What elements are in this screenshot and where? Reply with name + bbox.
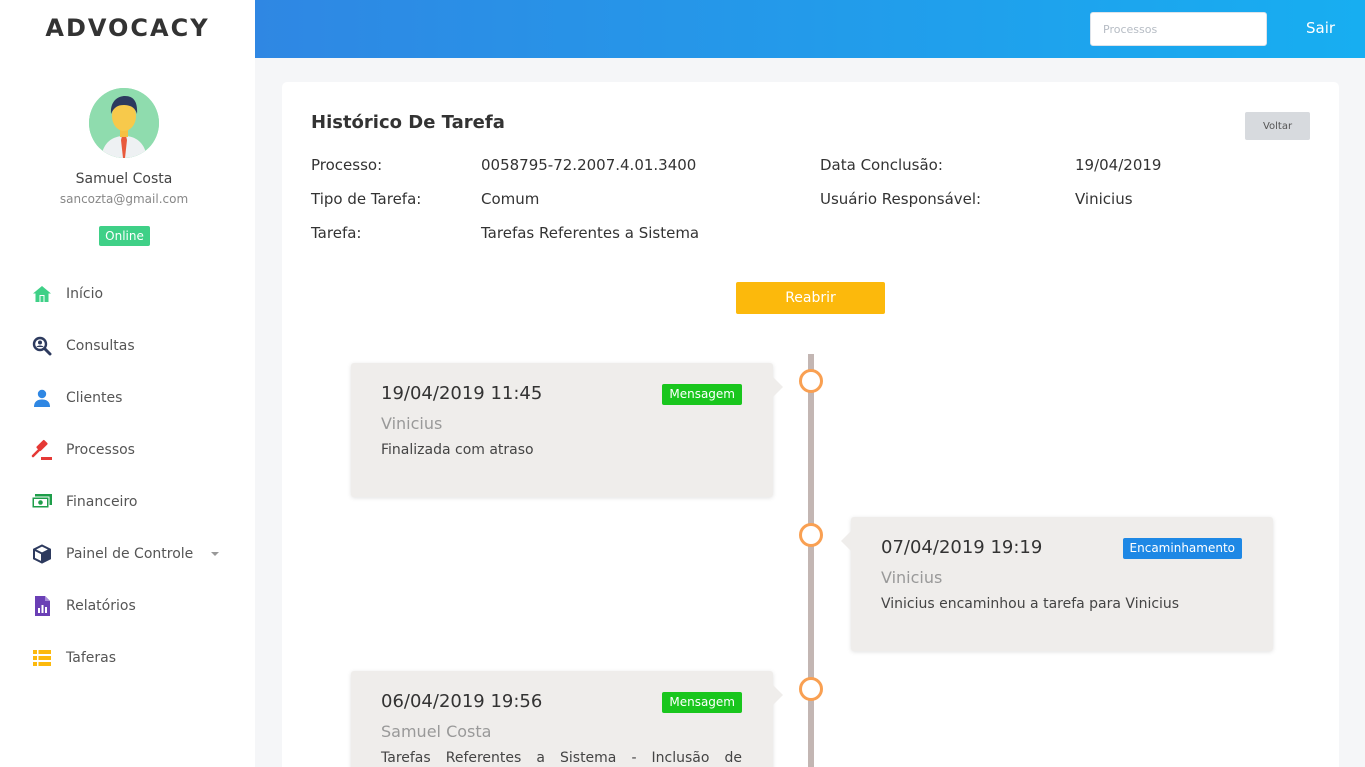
sidebar-item-label: Painel de Controle — [66, 546, 194, 562]
search-user-icon — [31, 335, 53, 357]
processo-label: Processo: — [311, 156, 383, 174]
person-icon — [31, 387, 53, 409]
chevron-down-icon[interactable] — [211, 552, 219, 556]
sidebar-nav: Início Consultas Clientes Processos Fina… — [0, 268, 255, 684]
entry-text: Finalizada com atraso — [381, 442, 534, 458]
entry-pointer — [773, 377, 783, 397]
gavel-icon — [31, 439, 53, 461]
home-icon — [31, 283, 53, 305]
tarefa-label: Tarefa: — [311, 224, 362, 242]
sidebar-item-label: Processos — [66, 442, 135, 458]
sidebar-item-label: Financeiro — [66, 494, 138, 510]
entry-author: Vinicius — [881, 568, 943, 587]
processo-value: 0058795-72.2007.4.01.3400 — [481, 156, 697, 174]
sidebar-item-label: Clientes — [66, 390, 123, 406]
sidebar-item-financeiro[interactable]: Financeiro — [0, 476, 255, 528]
entry-author: Samuel Costa — [381, 722, 492, 741]
entry-date: 07/04/2019 19:19 — [881, 537, 1043, 558]
tipo-tarefa-label: Tipo de Tarefa: — [311, 190, 422, 208]
user-email: sancozta@gmail.com — [59, 192, 189, 206]
entry-pointer — [773, 685, 783, 705]
avatar — [89, 88, 159, 158]
timeline-entry: 07/04/2019 19:19 Encaminhamento Vinicius… — [841, 517, 1273, 651]
entry-pointer — [841, 531, 851, 551]
entry-date: 19/04/2019 11:45 — [381, 383, 543, 404]
timeline-entry: 19/04/2019 11:45 Mensagem Vinicius Final… — [351, 363, 783, 497]
back-button[interactable]: Voltar — [1245, 112, 1310, 140]
entry-text: Vinicius encaminhou a tarefa para Vinici… — [881, 596, 1180, 612]
task-history-card: Histórico De Tarefa Voltar Processo: 005… — [282, 82, 1339, 767]
timeline-entry: 06/04/2019 19:56 Mensagem Samuel Costa T… — [351, 671, 783, 767]
brand-logo: ADVOCACY — [45, 14, 210, 42]
reopen-button[interactable]: Reabrir — [736, 282, 885, 314]
entry-tag-badge: Mensagem — [662, 692, 742, 713]
entry-date: 06/04/2019 19:56 — [381, 691, 543, 712]
tarefa-value: Tarefas Referentes a Sistema — [481, 224, 700, 242]
entry-author: Vinicius — [381, 414, 443, 433]
sidebar-item-label: Relatórios — [66, 598, 136, 614]
page-title: Histórico De Tarefa — [311, 112, 505, 133]
tipo-tarefa-value: Comum — [481, 190, 540, 208]
sidebar-item-inicio[interactable]: Início — [0, 268, 255, 320]
sidebar-item-painel-de-controle[interactable]: Painel de Controle — [0, 528, 255, 580]
sidebar: ADVOCACY Samuel Costa sancozta@gmail.com… — [0, 0, 255, 767]
usuario-responsavel-value: Vinicius — [1075, 190, 1133, 208]
usuario-responsavel-label: Usuário Responsável: — [820, 190, 982, 208]
sidebar-item-consultas[interactable]: Consultas — [0, 320, 255, 372]
timeline-dot — [799, 369, 823, 393]
status-badge: Online — [99, 226, 150, 246]
user-name: Samuel Costa — [75, 171, 173, 187]
sidebar-item-label: Taferas — [66, 650, 116, 666]
report-icon — [31, 595, 53, 617]
data-conclusao-label: Data Conclusão: — [820, 156, 943, 174]
cube-icon — [31, 543, 53, 565]
sidebar-item-clientes[interactable]: Clientes — [0, 372, 255, 424]
timeline-dot — [799, 523, 823, 547]
sidebar-item-relatorios[interactable]: Relatórios — [0, 580, 255, 632]
entry-tag-badge: Encaminhamento — [1122, 538, 1242, 559]
sidebar-item-processos[interactable]: Processos — [0, 424, 255, 476]
entry-tag-badge: Mensagem — [662, 384, 742, 405]
search-input[interactable] — [1090, 12, 1267, 46]
logout-link[interactable]: Sair — [1306, 19, 1335, 37]
timeline-line — [808, 354, 814, 767]
sidebar-item-label: Início — [66, 286, 104, 302]
sidebar-item-label: Consultas — [66, 338, 135, 354]
sidebar-item-taferas[interactable]: Taferas — [0, 632, 255, 684]
list-icon — [31, 647, 53, 669]
timeline-dot — [799, 677, 823, 701]
top-header: Sair — [255, 0, 1365, 58]
money-icon — [31, 491, 53, 513]
data-conclusao-value: 19/04/2019 — [1075, 156, 1162, 174]
entry-text: Tarefas Referentes a Sistema - Inclusão … — [381, 750, 742, 766]
